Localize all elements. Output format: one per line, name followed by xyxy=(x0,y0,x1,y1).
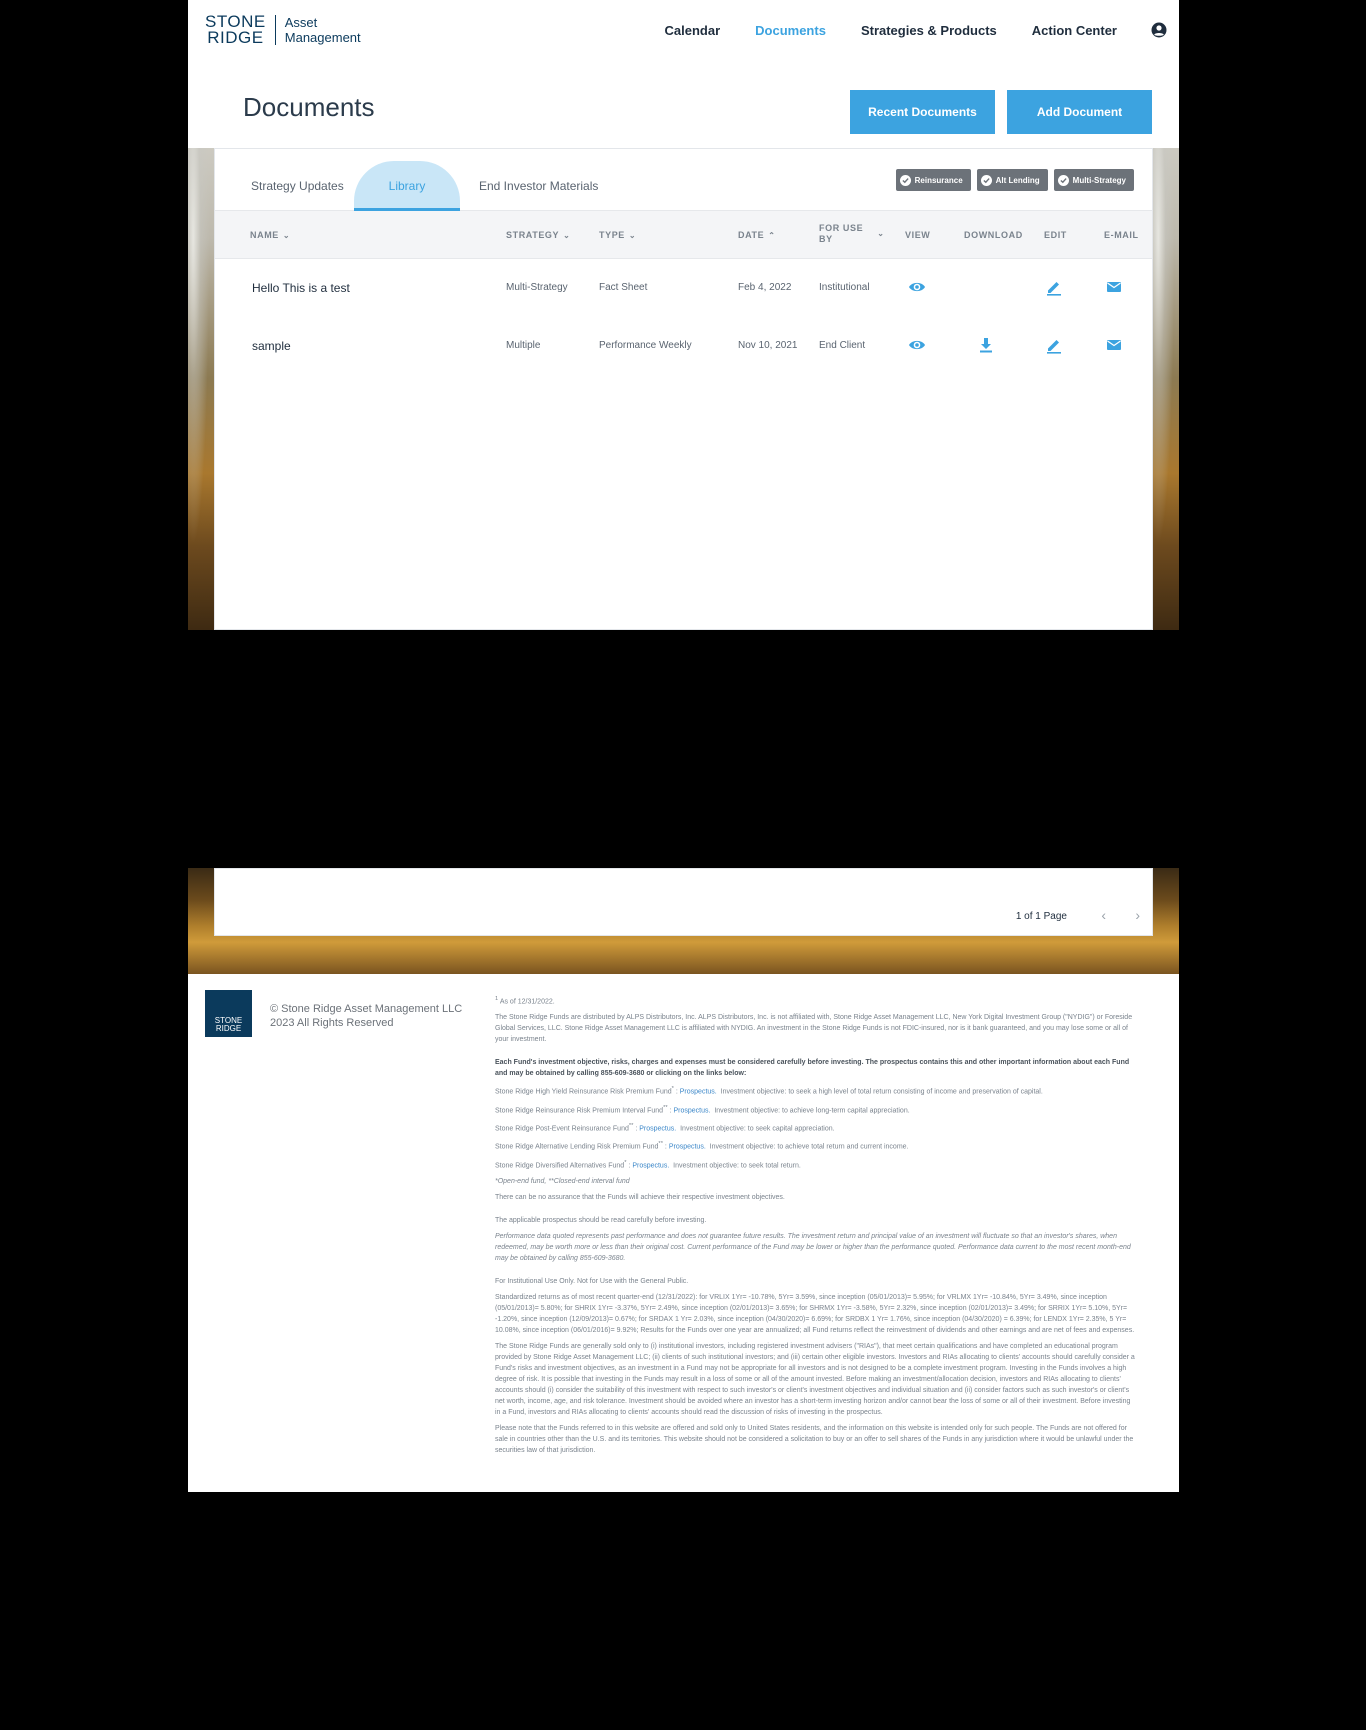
recent-documents-button[interactable]: Recent Documents xyxy=(850,90,995,134)
logo-sub1: Asset xyxy=(284,15,318,30)
add-document-button[interactable]: Add Document xyxy=(1007,90,1152,134)
chip-multi-strategy[interactable]: Multi-Strategy xyxy=(1053,169,1134,191)
col-view: VIEW xyxy=(905,230,931,240)
col-email: E-MAIL xyxy=(1104,230,1139,240)
prospectus-link[interactable]: Prospectus. xyxy=(673,1107,710,1114)
strategy-filter-chips: Reinsurance Alt Lending Multi-Strategy xyxy=(890,169,1134,191)
chevron-down-icon: ⌄ xyxy=(282,231,291,240)
prospectus-link[interactable]: Prospectus. xyxy=(632,1162,669,1169)
nav-strategies-products[interactable]: Strategies & Products xyxy=(861,23,997,38)
prospectus-link[interactable]: Prospectus. xyxy=(680,1089,717,1096)
navbar: STONE RIDGE Asset Management Calendar Do… xyxy=(188,0,1179,70)
disclaimer: 1 As of 12/31/2022. The Stone Ridge Fund… xyxy=(495,994,1137,1461)
footer: STONE RIDGE © Stone Ridge Asset Manageme… xyxy=(188,974,1179,1492)
cell-for-use: Institutional xyxy=(819,282,870,293)
tab-end-investor-materials[interactable]: End Investor Materials xyxy=(479,179,598,193)
document-tabs: Strategy Updates Library End Investor Ma… xyxy=(215,149,1152,211)
cell-strategy: Multiple xyxy=(506,340,541,351)
eye-icon[interactable] xyxy=(908,278,926,296)
nav-calendar[interactable]: Calendar xyxy=(665,23,721,38)
cell-strategy: Multi-Strategy xyxy=(506,282,568,293)
mail-icon[interactable] xyxy=(1105,278,1123,296)
logo-divider xyxy=(274,15,276,45)
user-account-icon[interactable] xyxy=(1151,22,1167,38)
chevron-right-icon[interactable]: › xyxy=(1135,907,1140,923)
chip-label: Alt Lending xyxy=(995,175,1040,185)
col-for-use-by[interactable]: FOR USE BY ⌄ xyxy=(819,223,885,245)
copyright: © Stone Ridge Asset Management LLC 2023 … xyxy=(270,1003,463,1029)
cell-date: Feb 4, 2022 xyxy=(738,282,792,293)
disclaimer-read-prospectus: The applicable prospectus should be read… xyxy=(495,1216,707,1224)
chevron-down-icon: ⌄ xyxy=(563,231,571,240)
eye-icon[interactable] xyxy=(908,336,926,354)
table-row[interactable]: Hello This is a test Multi-Strategy Fact… xyxy=(215,260,1152,318)
brand-logo[interactable]: STONE RIDGE Asset Management xyxy=(205,13,361,47)
pencil-icon[interactable] xyxy=(1045,336,1063,354)
cell-date: Nov 10, 2021 xyxy=(738,340,798,351)
tab-library[interactable]: Library xyxy=(354,161,460,211)
page-header: Documents Recent Documents Add Document xyxy=(188,70,1179,148)
disclaimer-performance: Performance data quoted represents past … xyxy=(495,1232,1131,1262)
disclaimer-standardized-returns: Standardized returns as of most recent q… xyxy=(495,1293,1135,1334)
prospectus-link[interactable]: Prospectus. xyxy=(639,1125,676,1132)
chip-label: Reinsurance xyxy=(914,175,963,185)
background-forest-right xyxy=(1153,70,1179,630)
main-nav: Calendar Documents Strategies & Products… xyxy=(630,22,1168,38)
nav-action-center[interactable]: Action Center xyxy=(1032,23,1117,38)
disclaimer-institutional: For Institutional Use Only. Not for Use … xyxy=(495,1277,689,1285)
fund-item: Stone Ridge Diversified Alternatives Fun… xyxy=(495,1159,801,1169)
bottom-viewport: 1 of 1 Page ‹ › STONE RIDGE © Stone Ridg… xyxy=(188,868,1179,1492)
col-name[interactable]: NAME ⌄ xyxy=(250,230,290,240)
top-viewport: STONE RIDGE Asset Management Calendar Do… xyxy=(188,0,1179,630)
col-type[interactable]: TYPE ⌄ xyxy=(599,230,636,240)
cell-name[interactable]: Hello This is a test xyxy=(252,281,350,295)
table-row[interactable]: sample Multiple Performance Weekly Nov 1… xyxy=(215,318,1152,376)
table-header: NAME ⌄ STRATEGY ⌄ TYPE ⌄ DATE ⌃ FOR USE BY ⌄… xyxy=(215,211,1152,259)
chevron-left-icon[interactable]: ‹ xyxy=(1101,907,1106,923)
logo-line2: RIDGE xyxy=(207,28,264,47)
cell-for-use: End Client xyxy=(819,340,866,351)
download-icon[interactable] xyxy=(977,336,995,354)
disclaimer-assurance: There can be no assurance that the Funds… xyxy=(495,1193,785,1201)
fund-item: Stone Ridge Reinsurance Risk Premium Int… xyxy=(495,1104,910,1114)
fund-item: Stone Ridge Alternative Lending Risk Pre… xyxy=(495,1141,909,1151)
cell-type: Performance Weekly xyxy=(599,340,692,351)
check-icon xyxy=(980,174,992,186)
fund-item: Stone Ridge High Yield Reinsurance Risk … xyxy=(495,1086,1043,1096)
check-icon xyxy=(1057,174,1069,186)
documents-card: Strategy Updates Library End Investor Ma… xyxy=(214,148,1153,630)
check-icon xyxy=(899,174,911,186)
logo-sub2: Management xyxy=(284,30,361,45)
col-strategy[interactable]: STRATEGY ⌄ xyxy=(506,230,570,240)
footer-logo[interactable]: STONE RIDGE xyxy=(205,990,252,1037)
background-forest-left xyxy=(188,70,214,630)
cell-name[interactable]: sample xyxy=(252,339,291,353)
col-edit: EDIT xyxy=(1044,230,1067,240)
fund-type-note: *Open-end fund, **Closed-end interval fu… xyxy=(495,1177,630,1185)
fund-item: Stone Ridge Post-Event Reinsurance Fund*… xyxy=(495,1122,835,1133)
col-download: DOWNLOAD xyxy=(964,230,1023,240)
disclaimer-residency: Please note that the Funds referred to i… xyxy=(495,1424,1134,1454)
nav-documents[interactable]: Documents xyxy=(755,23,826,38)
tab-strategy-updates[interactable]: Strategy Updates xyxy=(251,179,344,193)
prospectus-link[interactable]: Prospectus. xyxy=(669,1144,706,1151)
chevron-up-icon: ⌃ xyxy=(768,231,776,240)
col-date[interactable]: DATE ⌃ xyxy=(738,230,776,240)
footnote-asof: 1 As of 12/31/2022. xyxy=(495,996,555,1006)
chevron-down-icon: ⌄ xyxy=(628,231,637,240)
pencil-icon[interactable] xyxy=(1045,278,1063,296)
disclaimer-prospectus-notice: Each Fund's investment objective, risks,… xyxy=(495,1059,1130,1078)
mail-icon[interactable] xyxy=(1105,336,1123,354)
disclaimer-eligibility: The Stone Ridge Funds are generally sold… xyxy=(495,1342,1135,1416)
pagination: 1 of 1 Page ‹ › xyxy=(214,868,1153,936)
pagination-status: 1 of 1 Page xyxy=(1015,911,1067,922)
page-title: Documents xyxy=(243,92,375,122)
chip-alt-lending[interactable]: Alt Lending xyxy=(976,169,1048,191)
chevron-down-icon: ⌄ xyxy=(877,229,885,239)
chip-label: Multi-Strategy xyxy=(1072,175,1126,185)
cell-type: Fact Sheet xyxy=(599,282,648,293)
chip-reinsurance[interactable]: Reinsurance xyxy=(895,169,971,191)
disclaimer-distribution: The Stone Ridge Funds are distributed by… xyxy=(495,1014,1133,1044)
